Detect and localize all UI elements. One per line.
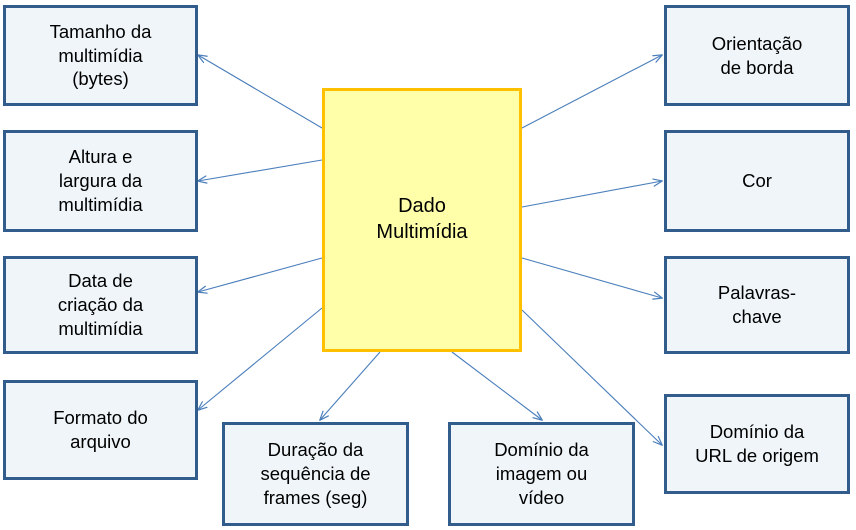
node-formato-do-arquivo[interactable]: Formato do arquivo — [3, 380, 198, 480]
node-dominio-da-imagem[interactable]: Domínio da imagem ou vídeo — [448, 422, 635, 526]
center-label: Dado Multimídia — [376, 195, 468, 243]
node-tamanho-da-multimidia[interactable]: Tamanho da multimídia (bytes) — [3, 5, 198, 106]
node-dominio-da-url[interactable]: Domínio da URL de origem — [664, 394, 850, 494]
arrow-to-dominio-imagem — [451, 351, 543, 421]
node-palavras-chave[interactable]: Palavras- chave — [664, 256, 850, 354]
node-label: Tamanho da multimídia (bytes) — [49, 20, 152, 90]
node-altura-e-largura[interactable]: Altura e largura da multimídia — [3, 130, 198, 232]
node-label: Palavras- chave — [717, 282, 797, 327]
node-label: Orientação de borda — [711, 32, 803, 78]
arrow-to-data — [197, 257, 323, 294]
node-data-de-criacao[interactable]: Data de criação da multimídia — [3, 256, 198, 354]
node-label: Data de criação da multimídia — [57, 270, 144, 339]
node-label: Domínio da URL de origem — [695, 421, 819, 466]
node-duracao-da-sequencia[interactable]: Duração da sequência de frames (seg) — [222, 422, 409, 526]
arrow-to-duracao — [319, 351, 381, 421]
arrow-to-dimensoes — [197, 159, 323, 184]
node-orientacao-de-borda[interactable]: Orientação de borda — [664, 5, 850, 106]
node-label: Domínio da imagem ou vídeo — [494, 439, 589, 508]
arrow-to-tamanho — [197, 54, 323, 129]
diagram-canvas: Tamanho da multimídia (bytes) Altura e l… — [0, 0, 856, 530]
arrow-to-formato — [197, 307, 323, 411]
node-center-dado-multimidia[interactable]: Dado Multimídia — [322, 88, 522, 352]
arrow-to-orientacao — [521, 54, 663, 129]
node-label: Formato do arquivo — [53, 407, 148, 452]
node-label: Altura e largura da multimídia — [58, 146, 143, 215]
node-label: Duração da sequência de frames (seg) — [260, 439, 371, 508]
node-cor[interactable]: Cor — [664, 130, 850, 232]
node-label: Cor — [742, 170, 772, 192]
arrow-to-palavras — [521, 257, 663, 300]
arrow-to-cor — [521, 178, 663, 208]
